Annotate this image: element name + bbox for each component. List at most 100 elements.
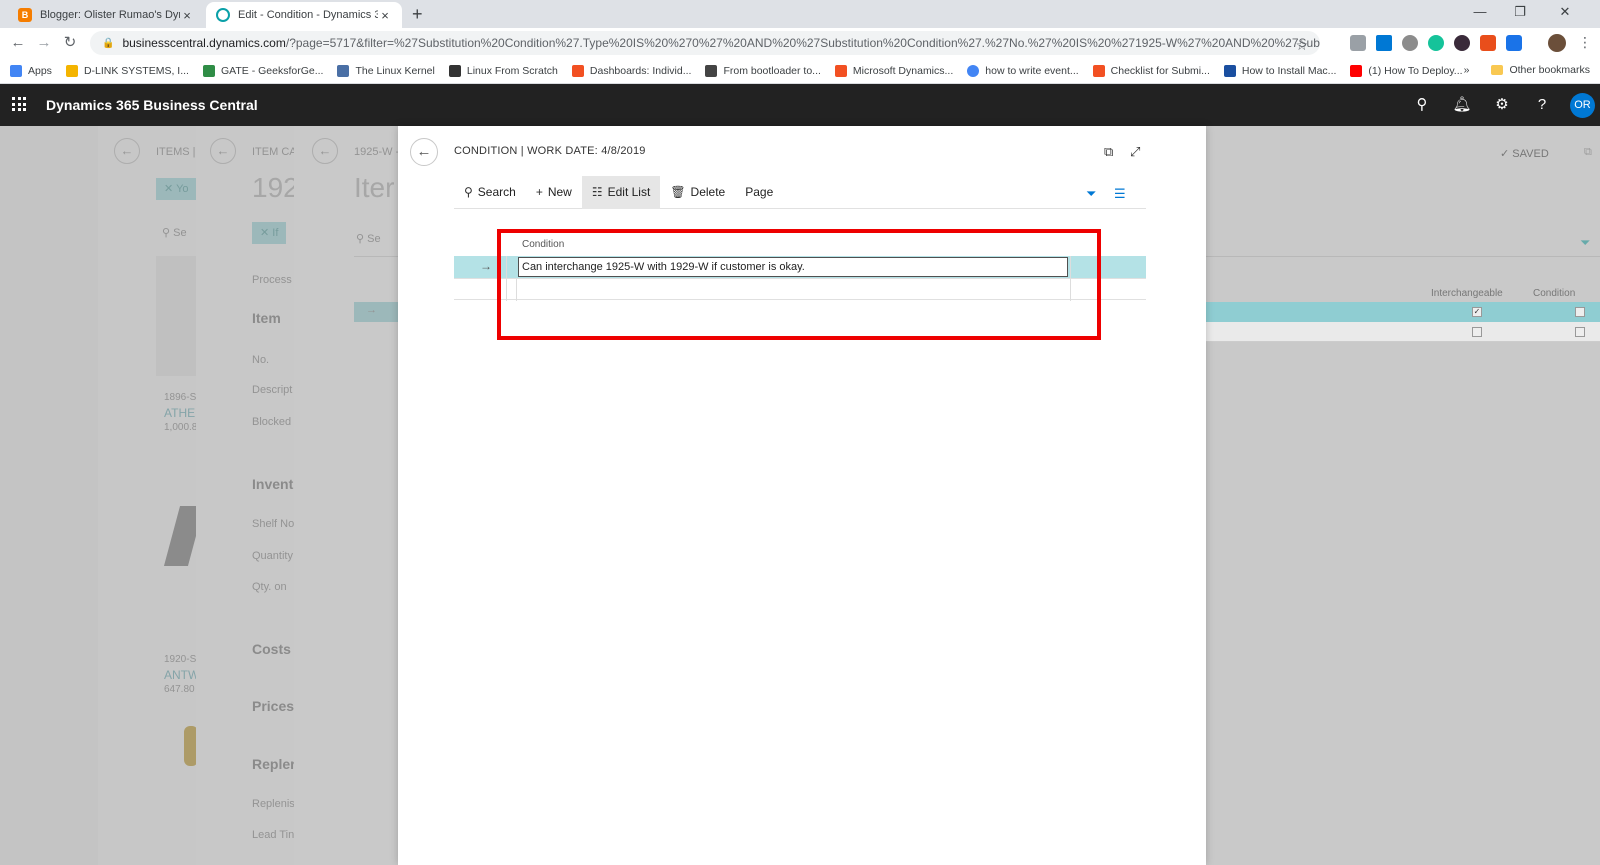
- book-icon: [705, 64, 718, 77]
- microsoft-icon: [571, 64, 584, 77]
- tab-title: Blogger: Olister Rumao's Dynami: [40, 9, 180, 21]
- condition-checkbox: [1575, 307, 1585, 317]
- new-action[interactable]: + New: [526, 176, 582, 209]
- bookmarks-bar: Apps D-LINK SYSTEMS, I... GATE - Geeksfo…: [0, 58, 1600, 84]
- app-header: Dynamics 365 Business Central ⚲ 🔔︎ ⚙ ? O…: [0, 84, 1600, 126]
- bookmark-item[interactable]: From bootloader to...: [705, 64, 821, 77]
- tab-edit-condition[interactable]: Edit - Condition - Dynamics 365 B ×: [206, 2, 402, 28]
- user-avatar[interactable]: OR: [1570, 93, 1595, 118]
- geeksforgeeks-icon: [202, 64, 215, 77]
- browser-toolbar: ← → ↻ 🔒 businesscentral.dynamics.com/?pa…: [0, 28, 1600, 58]
- cloud-extension-icon[interactable]: [1402, 35, 1418, 51]
- gear-icon[interactable]: ⚙: [1492, 95, 1512, 115]
- back-arrow-icon[interactable]: ←: [410, 138, 438, 166]
- apps-grid-icon: [10, 64, 22, 77]
- saved-indicator: ✓ SAVED: [1500, 148, 1549, 160]
- k-extension-icon[interactable]: [1454, 35, 1470, 51]
- restore-icon[interactable]: ❐: [1500, 4, 1540, 20]
- column-header: Interchangeable: [1431, 288, 1503, 299]
- puzzle-extension-icon[interactable]: [1506, 35, 1522, 51]
- dynamics-icon: [216, 8, 230, 22]
- grammarly-icon[interactable]: [1428, 35, 1444, 51]
- bookmark-item[interactable]: D-LINK SYSTEMS, I...: [65, 64, 189, 77]
- bookmark-item[interactable]: GATE - GeeksforGe...: [202, 64, 323, 77]
- interchangeable-checkbox: ✓: [1472, 307, 1482, 317]
- forward-arrow-icon[interactable]: →: [34, 33, 54, 53]
- app-title[interactable]: Dynamics 365 Business Central: [46, 97, 258, 113]
- condition-checkbox: [1575, 327, 1585, 337]
- table-row[interactable]: →: [454, 256, 1146, 278]
- close-icon[interactable]: ×: [378, 8, 392, 23]
- search-icon: ⚲: [464, 185, 473, 199]
- google-icon: [967, 64, 980, 77]
- bookmark-item[interactable]: (1) How To Deploy...: [1350, 64, 1463, 77]
- youtube-icon: [1350, 64, 1363, 77]
- blogger-icon: B: [18, 8, 32, 22]
- extension-icon[interactable]: [1350, 35, 1366, 51]
- row-arrow-icon: →: [480, 259, 492, 273]
- list-view-icon[interactable]: ☰: [1114, 186, 1126, 202]
- search-action[interactable]: ⚲ Search: [454, 176, 526, 209]
- open-new-window-icon: ⧉: [1584, 146, 1592, 158]
- interchangeable-checkbox: [1472, 327, 1482, 337]
- page-icon: [337, 64, 350, 77]
- bookmark-item[interactable]: how to write event...: [967, 64, 1079, 77]
- tab-blogger[interactable]: B Blogger: Olister Rumao's Dynami ×: [8, 2, 204, 28]
- table-row: [1206, 302, 1600, 322]
- column-header-condition[interactable]: Condition: [522, 239, 564, 250]
- bookmark-star-icon[interactable]: ☆: [1295, 37, 1308, 54]
- windows-extension-icon[interactable]: [1376, 35, 1392, 51]
- other-bookmarks[interactable]: Other bookmarks: [1509, 64, 1590, 76]
- microsoft-icon: [1092, 64, 1105, 77]
- close-icon[interactable]: ×: [180, 8, 194, 23]
- bookmark-item[interactable]: Dashboards: Individ...: [571, 64, 691, 77]
- condition-dialog: ← CONDITION | WORK DATE: 4/8/2019 ⧉ ⤢ ⚲ S…: [398, 126, 1206, 865]
- microsoft-icon: [834, 64, 847, 77]
- bookmark-item[interactable]: The Linux Kernel: [337, 64, 435, 77]
- reload-icon[interactable]: ↻: [60, 33, 80, 53]
- edit-list-icon: ☷: [591, 185, 603, 199]
- lfs-icon: [448, 64, 461, 77]
- window-close-icon[interactable]: ✕: [1545, 4, 1585, 20]
- filter-icon[interactable]: ⏷: [1086, 186, 1096, 202]
- trash-icon: 🗑︎: [670, 185, 686, 199]
- dialog-caption: CONDITION | WORK DATE: 4/8/2019: [454, 145, 646, 157]
- delete-action[interactable]: 🗑︎ Delete: [660, 176, 735, 209]
- new-tab-icon[interactable]: +: [412, 4, 423, 25]
- browser-tab-strip: B Blogger: Olister Rumao's Dynami × Edit…: [0, 0, 1600, 28]
- search-icon[interactable]: ⚲: [1412, 95, 1432, 115]
- page-action[interactable]: Page: [735, 176, 783, 209]
- bookmark-item[interactable]: Checklist for Submi...: [1092, 64, 1210, 77]
- bookmarks-overflow: » Other bookmarks: [1464, 64, 1590, 76]
- expand-icon[interactable]: ⤢: [1130, 144, 1140, 160]
- table-row[interactable]: [454, 278, 1146, 301]
- column-header: Condition: [1533, 288, 1576, 299]
- bookmark-apps[interactable]: Apps: [10, 64, 52, 77]
- open-new-window-icon[interactable]: ⧉: [1104, 144, 1113, 160]
- bookmark-item[interactable]: How to Install Mac...: [1223, 64, 1336, 77]
- t-icon: [1223, 64, 1236, 77]
- action-bar: ⚲ Search + New ☷ Edit List 🗑︎ Delete Page ⏷ …: [454, 175, 1146, 209]
- plus-icon: +: [535, 185, 543, 199]
- dlink-icon: [65, 64, 78, 77]
- url-host: businesscentral.dynamics.com: [122, 36, 286, 50]
- bookmark-item[interactable]: Microsoft Dynamics...: [834, 64, 953, 77]
- filter-icon: ⏷: [1580, 235, 1591, 250]
- edit-list-action[interactable]: ☷ Edit List: [581, 175, 661, 209]
- extension-icons: [1350, 35, 1522, 51]
- bell-icon[interactable]: 🔔︎: [1452, 95, 1472, 115]
- back-arrow-icon[interactable]: ←: [8, 33, 28, 53]
- url-path: /?page=5717&filter=%27Substitution%20Con…: [285, 36, 1320, 50]
- more-menu-icon[interactable]: ⋮: [1578, 34, 1592, 51]
- profile-avatar[interactable]: [1548, 34, 1566, 52]
- tab-title: Edit - Condition - Dynamics 365 B: [238, 9, 378, 21]
- minimize-icon[interactable]: —: [1460, 4, 1500, 19]
- app-launcher-icon[interactable]: [12, 97, 26, 111]
- bookmark-item[interactable]: Linux From Scratch: [448, 64, 558, 77]
- address-bar[interactable]: 🔒 businesscentral.dynamics.com/?page=571…: [90, 31, 1320, 55]
- megaphone-extension-icon[interactable]: [1480, 35, 1496, 51]
- bookmarks-more-icon[interactable]: »: [1464, 64, 1470, 76]
- table-row: [1206, 322, 1600, 342]
- condition-input[interactable]: [518, 257, 1068, 277]
- help-icon[interactable]: ?: [1532, 95, 1552, 115]
